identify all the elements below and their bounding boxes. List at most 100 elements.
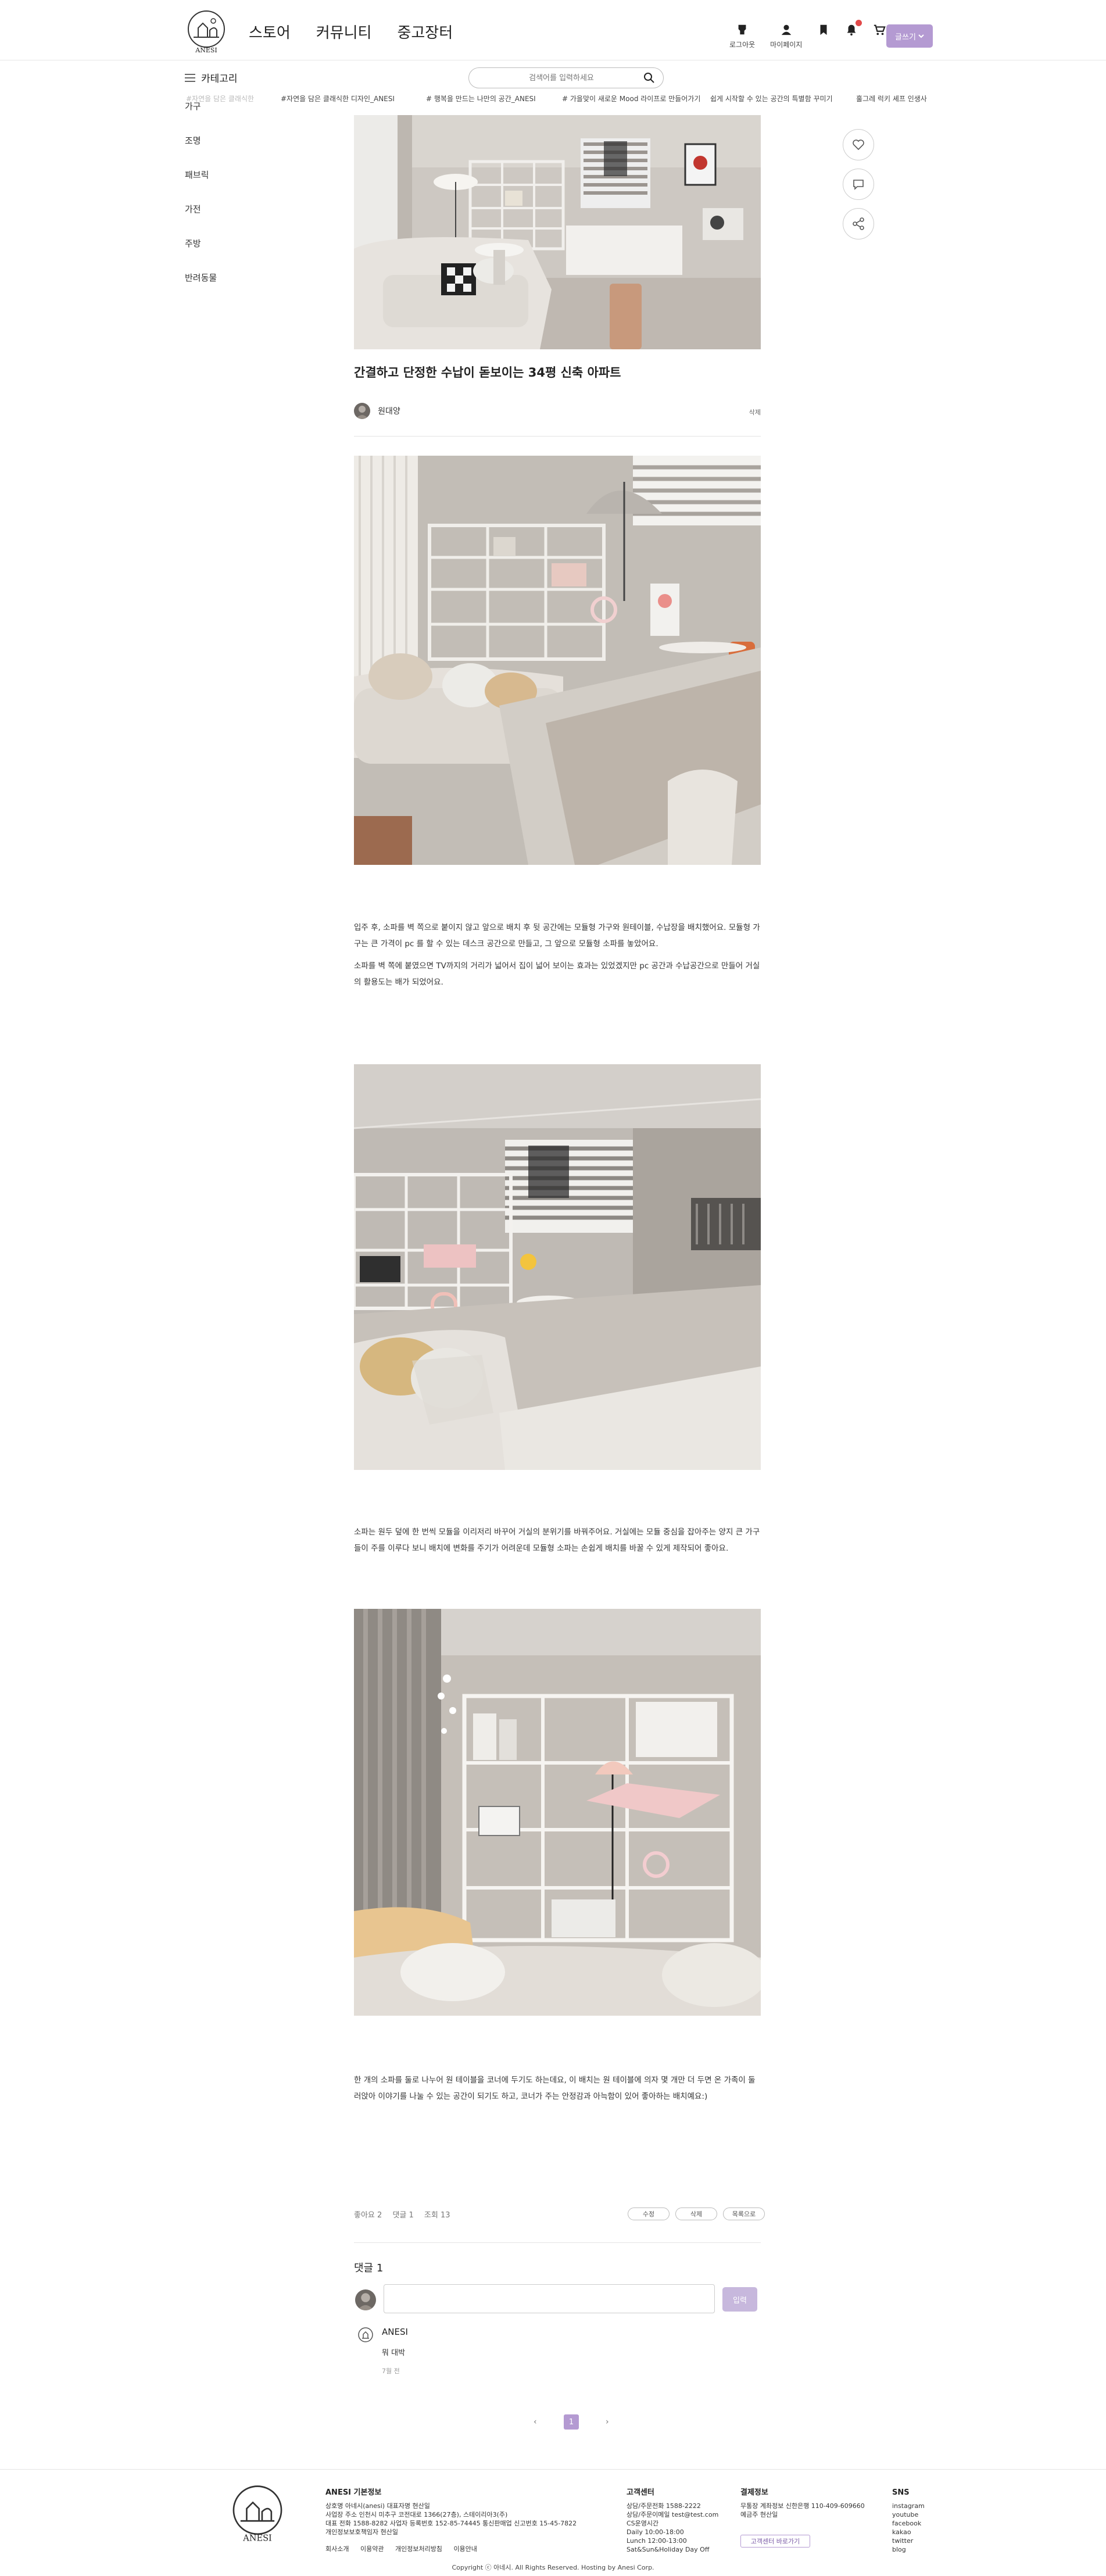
prev-page-button[interactable]: ‹: [534, 2417, 537, 2427]
post-actions: 수정 삭제 목록으로: [628, 2208, 765, 2220]
category-toggle[interactable]: 카테고리: [185, 70, 238, 85]
ticker-item[interactable]: 쉽게 시작할 수 있는 공간의 특별함 꾸미기: [710, 94, 833, 103]
sidebar-item-furniture[interactable]: 가구: [185, 100, 217, 134]
edit-button[interactable]: 수정: [628, 2208, 670, 2220]
comments-title: 댓글 1: [354, 2262, 384, 2274]
divider: [354, 2242, 761, 2243]
comment-input[interactable]: [384, 2284, 715, 2313]
next-page-button[interactable]: ›: [606, 2417, 609, 2427]
footer-sns: SNS instagram youtube facebook kakao twi…: [892, 2488, 944, 2554]
comment-button[interactable]: [843, 169, 874, 200]
cart-link[interactable]: [873, 23, 886, 36]
write-button[interactable]: 글쓰기: [886, 24, 933, 48]
post-photo-3: [354, 1064, 761, 1470]
logout-link[interactable]: 로그아웃: [729, 23, 755, 49]
nav-item-store[interactable]: 스토어: [249, 21, 291, 42]
svg-text:ANESI: ANESI: [195, 46, 217, 54]
comment-text: 뭐 대박: [382, 2349, 406, 2357]
footer-logo: ANESI: [227, 2482, 288, 2544]
like-count: 좋아요 2: [354, 2211, 382, 2220]
mypage-link[interactable]: 마이페이지: [770, 23, 802, 49]
post-photo-1: [354, 115, 761, 349]
speech-bubble-icon: [853, 180, 864, 190]
page-number-current[interactable]: 1: [564, 2414, 579, 2430]
post-paragraph-3: 소파는 원두 덮에 한 번씩 모듈을 이리저리 바꾸어 거실의 분위기를 바꿔주…: [354, 1527, 760, 1553]
comment-date: 7월 전: [382, 2367, 400, 2375]
search-box: [468, 67, 664, 88]
cs-shortcut-button[interactable]: 고객센터 바로가기: [740, 2535, 810, 2548]
comment-submit-button[interactable]: 입력: [722, 2287, 757, 2312]
comment-user-avatar: [355, 2289, 376, 2310]
view-count: 조회 13: [424, 2211, 450, 2220]
comment-count: 댓글 1: [392, 2211, 414, 2220]
footer-links: 회사소개 이용약관 개인정보처리방침 이용안내: [325, 2544, 486, 2553]
sns-link-facebook[interactable]: facebook: [892, 2519, 944, 2528]
copyright: Copyright ⓒ 아네시. All Rights Reserved. Ho…: [452, 2564, 654, 2571]
sns-link-youtube[interactable]: youtube: [892, 2510, 944, 2519]
sns-link-twitter[interactable]: twitter: [892, 2536, 944, 2545]
avatar[interactable]: [354, 403, 370, 419]
footer-company-info: ANESI 기본정보 상호명 아네시(anesi) 대표자명 현산일 사업장 주…: [325, 2488, 577, 2536]
post-photo-4: [354, 1609, 761, 2016]
footer-link-guide[interactable]: 이용안내: [453, 2545, 477, 2553]
sub-bar: 카테고리: [0, 61, 1106, 96]
utility-nav: 로그아웃 마이페이지: [729, 20, 886, 49]
list-button[interactable]: 목록으로: [723, 2208, 765, 2220]
ticker-item[interactable]: # 가을맞이 새로운 Mood 라이프로 만들어가기: [562, 94, 700, 103]
ticker-item[interactable]: 훌그레 럭키 셰프 인생사: [856, 94, 927, 103]
sns-link-blog[interactable]: blog: [892, 2545, 944, 2554]
post-paragraph-4: 한 개의 소파를 둘로 나누어 원 테이블을 코너에 두기도 하는데요, 이 배…: [354, 2076, 756, 2101]
logout-icon: [738, 24, 746, 35]
brand-logo[interactable]: ANESI: [183, 8, 230, 55]
main-nav: 스토어 커뮤니티 중고장터: [249, 21, 453, 42]
footer-cs-info: 고객센터 상담/주문전화 1588-2222 상담/주문이메일 test@tes…: [627, 2488, 719, 2553]
heart-icon: [853, 139, 864, 151]
footer-payment-info: 결제정보 무통장 계좌정보 신한은행 110-409-609660 예금주 현산…: [740, 2488, 865, 2518]
ticker-item[interactable]: #자연을 담은 클래식한 디자인_ANESI: [281, 94, 395, 103]
bookmark-icon: [820, 24, 827, 35]
comment-author-icon: [358, 2327, 373, 2342]
sns-link-instagram[interactable]: instagram: [892, 2502, 944, 2510]
ticker-item[interactable]: # 행복을 만드는 나만의 공간_ANESI: [426, 94, 536, 103]
chevron-down-icon: [918, 34, 924, 38]
author-row: 원대양 삭제: [354, 403, 761, 420]
like-button[interactable]: [843, 129, 874, 160]
svg-text:ANESI: ANESI: [242, 2534, 272, 2543]
post-stats: 좋아요 2 댓글 1 조회 13: [354, 2209, 459, 2220]
post-title: 간결하고 단정한 수납이 돋보이는 34평 신축 아파트: [354, 366, 621, 380]
sns-link-kakao[interactable]: kakao: [892, 2528, 944, 2536]
sidebar-item-appliance[interactable]: 가전: [185, 203, 217, 237]
user-icon: [781, 24, 792, 35]
site-footer: ANESI ANESI 기본정보 상호명 아네시(anesi) 대표자명 현산일…: [0, 2469, 1106, 2576]
footer-link-about[interactable]: 회사소개: [325, 2545, 349, 2553]
footer-link-privacy[interactable]: 개인정보처리방침: [395, 2545, 442, 2553]
cart-icon: [874, 24, 886, 35]
delete-post-link[interactable]: 삭제: [749, 407, 761, 417]
hashtag-ticker: #자연을 담은 클래식한 #자연을 담은 클래식한 디자인_ANESI # 행복…: [0, 91, 1106, 109]
comment-author: ANESI: [382, 2327, 408, 2337]
share-button[interactable]: [843, 208, 874, 239]
post-paragraph-2: 소파를 벽 쪽에 붙였으면 TV까지의 거리가 넓어서 집이 넓어 보이는 효과…: [354, 961, 760, 987]
delete-button[interactable]: 삭제: [675, 2208, 717, 2220]
menu-icon: [185, 73, 195, 82]
footer-link-terms[interactable]: 이용약관: [360, 2545, 384, 2553]
nav-item-market[interactable]: 중고장터: [397, 21, 453, 42]
sidebar-item-lighting[interactable]: 조명: [185, 134, 217, 169]
bookmark-link[interactable]: [817, 23, 830, 36]
search-icon[interactable]: [643, 72, 655, 84]
pagination: ‹ 1 ›: [0, 2414, 1106, 2432]
sidebar-item-fabric[interactable]: 패브릭: [185, 169, 217, 203]
notification-badge: [856, 20, 862, 26]
search-input[interactable]: [483, 68, 640, 88]
notification-link[interactable]: [845, 20, 862, 36]
sidebar-item-kitchen[interactable]: 주방: [185, 237, 217, 271]
sidebar-item-pet[interactable]: 반려동물: [185, 271, 217, 306]
divider: [354, 436, 761, 437]
author-name[interactable]: 원대양: [378, 407, 400, 416]
post-photo-2: [354, 456, 761, 865]
site-header: ANESI 스토어 커뮤니티 중고장터 로그아웃 마이페이지 글쓰기: [0, 0, 1106, 60]
share-icon: [853, 217, 864, 230]
post-paragraph-1: 입주 후, 소파를 벽 쪽으로 붙이지 않고 앞으로 배치 후 뒷 공간에는 모…: [354, 923, 760, 949]
nav-item-community[interactable]: 커뮤니티: [316, 21, 372, 42]
category-sidebar: 가구 조명 패브릭 가전 주방 반려동물: [185, 100, 217, 306]
